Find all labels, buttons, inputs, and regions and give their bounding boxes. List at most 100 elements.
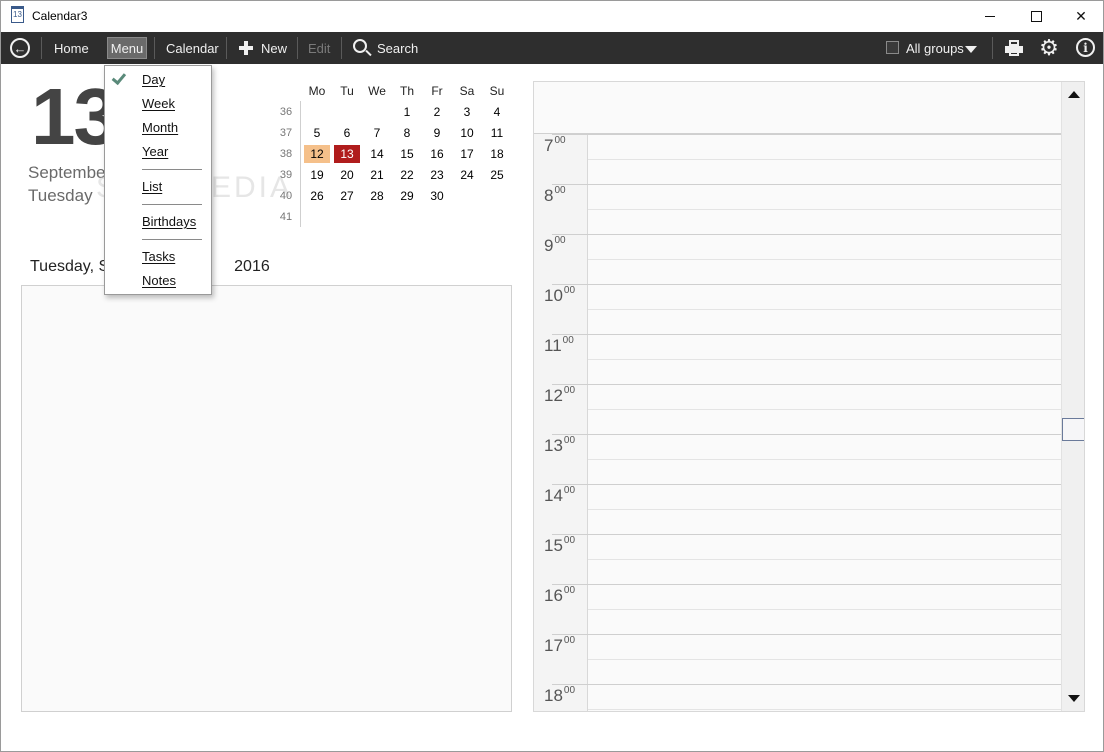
week-number[interactable]: 36 bbox=[273, 103, 299, 121]
plus-icon[interactable] bbox=[239, 41, 253, 55]
mini-calendar-day[interactable]: 28 bbox=[364, 187, 390, 205]
scroll-down-arrow-icon[interactable] bbox=[1068, 695, 1080, 702]
menu-button[interactable]: Menu bbox=[107, 37, 147, 59]
week-number[interactable]: 38 bbox=[273, 145, 299, 163]
menu-item-birthdays[interactable]: Birthdays bbox=[142, 212, 196, 232]
mini-calendar-day[interactable]: 20 bbox=[334, 166, 360, 184]
half-hour-line bbox=[588, 259, 1061, 260]
close-button[interactable]: ✕ bbox=[1058, 1, 1104, 32]
info-icon[interactable]: i bbox=[1076, 38, 1095, 57]
hour-value: 10 bbox=[544, 286, 563, 305]
mini-calendar-day[interactable]: 22 bbox=[394, 166, 420, 184]
week-number[interactable]: 41 bbox=[273, 208, 299, 226]
hour-row[interactable]: 1700 bbox=[534, 634, 1061, 684]
week-number-divider bbox=[300, 101, 301, 227]
hour-row[interactable]: 1300 bbox=[534, 434, 1061, 484]
toolbar: ← Home Menu Calendar New Edit Search All… bbox=[1, 32, 1103, 64]
mini-calendar-day[interactable]: 30 bbox=[424, 187, 450, 205]
hour-label: 1000 bbox=[544, 285, 575, 306]
hour-row[interactable]: 1000 bbox=[534, 284, 1061, 334]
mini-calendar-day[interactable]: 17 bbox=[454, 145, 480, 163]
menu-item-month[interactable]: Month bbox=[142, 118, 178, 138]
mini-calendar-day[interactable]: 21 bbox=[364, 166, 390, 184]
weekday-header: Su bbox=[489, 84, 505, 98]
minimize-button[interactable] bbox=[967, 1, 1013, 32]
toolbar-divider bbox=[226, 37, 227, 59]
full-date-left: Tuesday, S bbox=[30, 258, 110, 275]
mini-calendar-day[interactable]: 15 bbox=[394, 145, 420, 163]
hour-row[interactable]: 1100 bbox=[534, 334, 1061, 384]
mini-calendar-day[interactable]: 9 bbox=[424, 124, 450, 142]
menu-item-year[interactable]: Year bbox=[142, 142, 168, 162]
day-events-panel[interactable] bbox=[21, 285, 512, 712]
mini-calendar-day[interactable]: 19 bbox=[304, 166, 330, 184]
hour-value: 8 bbox=[544, 186, 554, 205]
hour-row[interactable]: 1200 bbox=[534, 384, 1061, 434]
hour-value: 18 bbox=[544, 686, 563, 705]
mini-calendar-day[interactable]: 26 bbox=[304, 187, 330, 205]
printer-icon[interactable] bbox=[1005, 40, 1023, 56]
hour-value: 14 bbox=[544, 486, 563, 505]
week-number[interactable]: 37 bbox=[273, 124, 299, 142]
week-number[interactable]: 39 bbox=[273, 166, 299, 184]
mini-calendar-day[interactable]: 23 bbox=[424, 166, 450, 184]
hour-row[interactable]: 1400 bbox=[534, 484, 1061, 534]
calendar-button[interactable]: Calendar bbox=[166, 32, 219, 64]
mini-calendar-day[interactable]: 25 bbox=[484, 166, 510, 184]
scroll-thumb[interactable] bbox=[1062, 418, 1084, 441]
mini-calendar-day[interactable]: 16 bbox=[424, 145, 450, 163]
hour-row[interactable]: 700 bbox=[534, 134, 1061, 184]
mini-calendar-day[interactable]: 1 bbox=[394, 103, 420, 121]
menu-item-tasks[interactable]: Tasks bbox=[142, 247, 175, 267]
hour-row[interactable]: 800 bbox=[534, 184, 1061, 234]
mini-calendar-day[interactable]: 29 bbox=[394, 187, 420, 205]
new-button[interactable]: New bbox=[261, 32, 287, 64]
gear-icon[interactable]: ⚙ bbox=[1039, 37, 1059, 59]
mini-calendar-day[interactable]: 12 bbox=[304, 145, 330, 163]
search-icon[interactable] bbox=[353, 39, 367, 53]
schedule-scrollbar[interactable] bbox=[1061, 82, 1084, 711]
hour-label: 1300 bbox=[544, 435, 575, 456]
home-button[interactable]: Home bbox=[54, 32, 89, 64]
all-day-area[interactable] bbox=[534, 82, 1061, 134]
mini-calendar-day[interactable]: 4 bbox=[484, 103, 510, 121]
minute-value: 00 bbox=[563, 585, 576, 596]
half-hour-line bbox=[588, 709, 1061, 710]
hour-row[interactable]: 1500 bbox=[534, 534, 1061, 584]
search-button[interactable]: Search bbox=[377, 32, 418, 64]
hour-row[interactable]: 1600 bbox=[534, 584, 1061, 634]
mini-calendar-day[interactable]: 10 bbox=[454, 124, 480, 142]
mini-calendar-day[interactable]: 7 bbox=[364, 124, 390, 142]
menu-item-list[interactable]: List bbox=[142, 177, 162, 197]
mini-calendar-day[interactable]: 27 bbox=[334, 187, 360, 205]
edit-button[interactable]: Edit bbox=[308, 32, 330, 64]
mini-calendar-day[interactable]: 2 bbox=[424, 103, 450, 121]
menu-item-day[interactable]: Day bbox=[142, 70, 165, 90]
hour-line bbox=[552, 184, 1061, 185]
mini-calendar-day[interactable]: 14 bbox=[364, 145, 390, 163]
half-hour-line bbox=[588, 159, 1061, 160]
hour-label: 700 bbox=[544, 135, 566, 156]
menu-separator bbox=[142, 239, 202, 240]
scroll-up-arrow-icon[interactable] bbox=[1068, 91, 1080, 98]
mini-calendar-day[interactable]: 6 bbox=[334, 124, 360, 142]
mini-calendar-day[interactable]: 3 bbox=[454, 103, 480, 121]
all-groups-checkbox[interactable] bbox=[886, 41, 899, 54]
maximize-button[interactable] bbox=[1013, 1, 1059, 32]
back-arrow-icon[interactable]: ← bbox=[10, 38, 30, 58]
mini-calendar-day[interactable]: 18 bbox=[484, 145, 510, 163]
mini-calendar-day[interactable]: 5 bbox=[304, 124, 330, 142]
mini-calendar-day[interactable]: 13 bbox=[334, 145, 360, 163]
hour-row[interactable]: 1800 bbox=[534, 684, 1061, 711]
hour-value: 11 bbox=[544, 336, 562, 355]
menu-item-notes[interactable]: Notes bbox=[142, 271, 176, 291]
mini-calendar-day[interactable]: 8 bbox=[394, 124, 420, 142]
menu-item-week[interactable]: Week bbox=[142, 94, 175, 114]
week-number[interactable]: 40 bbox=[273, 187, 299, 205]
chevron-down-icon[interactable] bbox=[965, 46, 977, 53]
hour-row[interactable]: 900 bbox=[534, 234, 1061, 284]
groups-dropdown-label[interactable]: All groups bbox=[906, 32, 964, 64]
mini-calendar-day[interactable]: 24 bbox=[454, 166, 480, 184]
mini-calendar-day[interactable]: 11 bbox=[484, 124, 510, 142]
full-date-year: 2016 bbox=[234, 258, 270, 275]
